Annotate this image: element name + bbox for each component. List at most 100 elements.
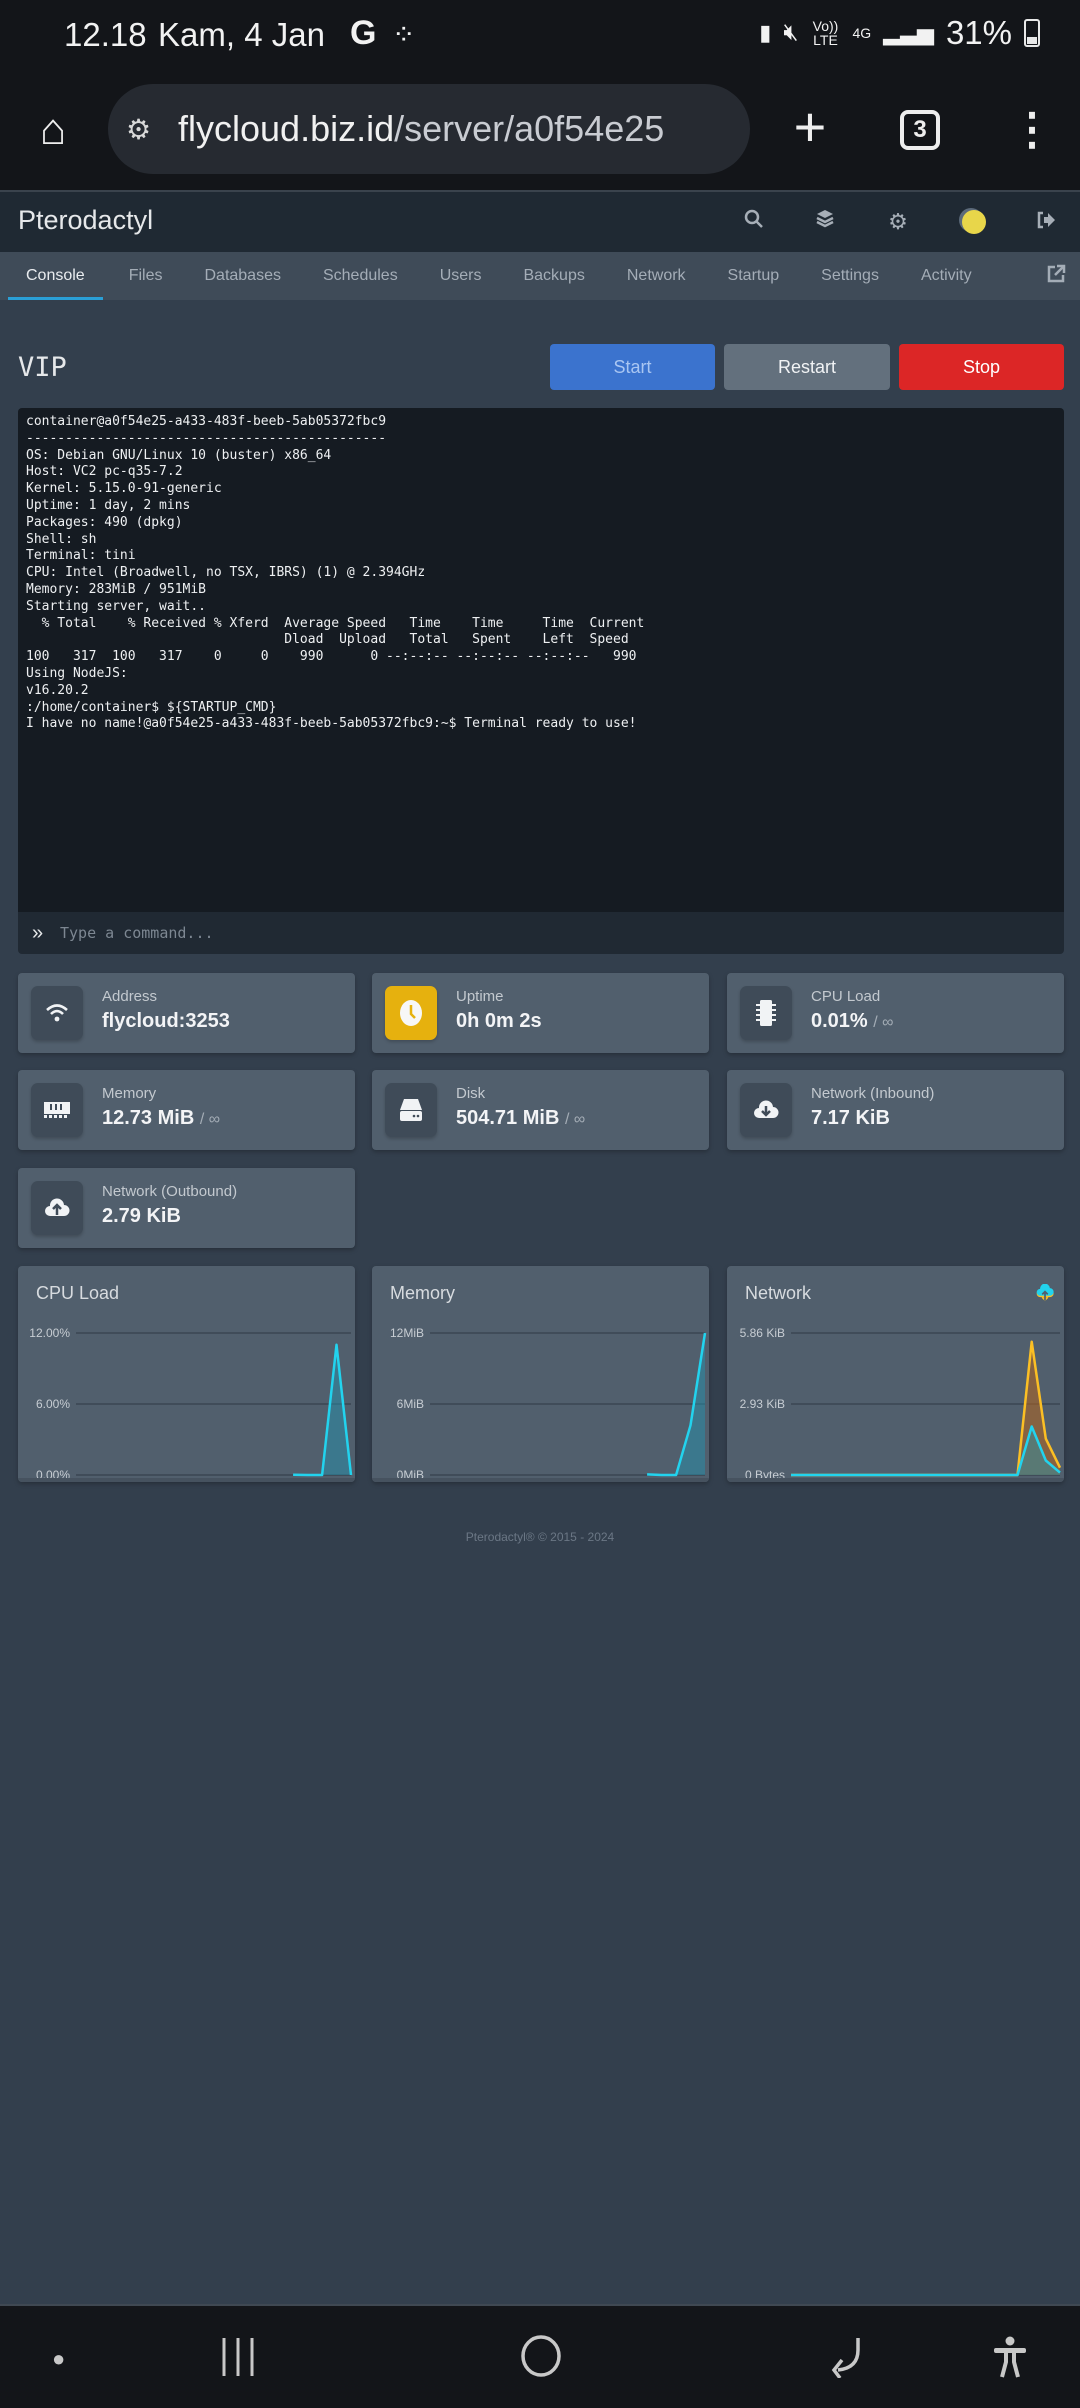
cloud-download-icon <box>740 1083 792 1137</box>
site-settings-icon[interactable]: ⚙︎ <box>126 113 164 146</box>
series-line-inbound <box>791 1340 1062 1477</box>
browser-toolbar: ⌂ ⚙︎ flycloud.biz.id/server/a0f54e25 + 3… <box>0 72 1080 190</box>
console-text: container@a0f54e25-a433-483f-beeb-5ab053… <box>26 414 645 732</box>
stat-card-memory: Memory 12.73 MiB / ∞ <box>18 1070 355 1150</box>
chart-footer <box>18 1478 355 1482</box>
start-button[interactable]: Start <box>550 344 715 390</box>
tab-schedules[interactable]: Schedules <box>307 252 414 300</box>
command-bar: » <box>18 912 1064 954</box>
stat-value: 0h 0m 2s <box>456 1010 542 1032</box>
tab-users[interactable]: Users <box>424 252 498 300</box>
clock: 12.18 <box>64 16 147 53</box>
stat-label: Address <box>102 988 158 1005</box>
command-input[interactable] <box>60 924 1064 942</box>
tab-backups[interactable]: Backups <box>507 252 600 300</box>
restart-button[interactable]: Restart <box>724 344 890 390</box>
dot-icon[interactable]: ● <box>52 2346 65 2372</box>
tab-startup[interactable]: Startup <box>712 252 796 300</box>
hdd-icon <box>385 1083 437 1137</box>
microchip-icon <box>740 986 792 1040</box>
sign-out-icon[interactable] <box>1030 206 1062 238</box>
y-tick-label: 6MiB <box>397 1397 424 1411</box>
accessibility-button[interactable] <box>992 2336 1028 2388</box>
avatar[interactable] <box>962 210 986 234</box>
back-button[interactable] <box>826 2336 866 2388</box>
status-bar: 12.18 Kam, 4 Jan G ⁘ ▮ 🔇︎ Vo)) LTE 4G ▂▃… <box>0 0 1080 72</box>
mute-icon: 🔇︎ <box>783 19 799 46</box>
4g-icon: 4G <box>852 25 872 41</box>
y-tick-label: 2.93 KiB <box>740 1397 785 1411</box>
download-notification-icon: ⁘ <box>392 19 416 50</box>
stat-value: 2.79 KiB <box>102 1205 181 1227</box>
footer-copyright: Pterodactyl® © 2015 - 2024 <box>465 1530 615 1544</box>
browser-menu-icon[interactable]: ⋮ <box>1010 102 1054 158</box>
cogs-icon[interactable]: ⚙ <box>882 206 914 238</box>
y-tick-label: 5.86 KiB <box>740 1326 785 1340</box>
stat-card-network-outbound: Network (Outbound) 2.79 KiB <box>18 1168 355 1248</box>
home-button[interactable] <box>520 2334 562 2388</box>
chart-memory-plot: 12MiB6MiB0MiB <box>390 1326 707 1482</box>
console-output[interactable]: container@a0f54e25-a433-483f-beeb-5ab053… <box>18 408 1064 912</box>
stat-label: Disk <box>456 1085 486 1102</box>
brand-logo[interactable]: Pterodactyl <box>18 205 153 236</box>
google-icon: G <box>350 14 377 52</box>
stat-value: 7.17 KiB <box>811 1107 890 1129</box>
tab-databases[interactable]: Databases <box>188 252 297 300</box>
chart-cpu-plot: 12.00%6.00%0.00% <box>29 1326 353 1482</box>
chevron-double-right-icon: » <box>32 921 44 944</box>
server-name: VIP <box>18 352 67 383</box>
stop-button[interactable]: Stop <box>899 344 1064 390</box>
tab-settings[interactable]: Settings <box>805 252 895 300</box>
y-tick-label: 12MiB <box>390 1326 424 1340</box>
stat-card-network-inbound: Network (Inbound) 7.17 KiB <box>727 1070 1064 1150</box>
layers-icon[interactable] <box>809 206 841 238</box>
tab-activity[interactable]: Activity <box>905 252 988 300</box>
chart-memory: Memory 12MiB 6MiB 0MiB <box>372 1266 709 1482</box>
stat-label: Network (Inbound) <box>811 1085 935 1102</box>
tab-switcher-button[interactable]: 3 <box>900 110 940 150</box>
stat-value: 0.01% / ∞ <box>811 1010 894 1032</box>
stat-value: 504.71 MiB / ∞ <box>456 1107 586 1129</box>
volte-icon: Vo)) LTE <box>812 18 839 48</box>
signal-icon: ▂▃▅ <box>883 20 934 45</box>
stat-value: 12.73 MiB / ∞ <box>102 1107 221 1129</box>
system-nav-bar: ● <box>0 2304 1080 2408</box>
stat-label: Network (Outbound) <box>102 1183 238 1200</box>
search-icon[interactable] <box>738 206 770 238</box>
server-tabs: Console Files Databases Schedules Users … <box>0 252 1080 300</box>
cloud-upload-icon <box>31 1181 83 1235</box>
status-icons: ▮ 🔇︎ Vo)) LTE 4G ▂▃▅ 31% <box>759 14 1040 52</box>
stat-value: flycloud:3253 <box>102 1010 230 1032</box>
new-tab-button[interactable]: + <box>782 94 838 159</box>
browser-home-button[interactable]: ⌂ <box>28 102 78 158</box>
stat-label: Uptime <box>456 988 504 1005</box>
stat-card-disk: Disk 504.71 MiB / ∞ <box>372 1070 709 1150</box>
url-text[interactable]: flycloud.biz.id/server/a0f54e25 <box>178 108 664 150</box>
battery-percent: 31% <box>945 14 1012 51</box>
tab-network[interactable]: Network <box>611 252 702 300</box>
battery-icon <box>1024 19 1040 47</box>
stat-label: Memory <box>102 1085 157 1102</box>
recents-button[interactable] <box>220 2336 256 2388</box>
memory-icon <box>31 1083 83 1137</box>
y-tick-label: 12.00% <box>29 1326 70 1340</box>
chart-footer <box>727 1478 1064 1482</box>
date: Kam, 4 Jan <box>158 16 325 53</box>
series-area-cpu-load <box>293 1344 351 1475</box>
y-tick-label: 6.00% <box>36 1397 70 1411</box>
stat-card-uptime: Uptime 0h 0m 2s <box>372 973 709 1053</box>
chart-footer <box>372 1478 709 1482</box>
battery-saver-icon: ▮ <box>759 20 772 45</box>
chart-cpu: CPU Load 12.00% 6.00% 0.00% <box>18 1266 355 1482</box>
wifi-icon <box>31 986 83 1040</box>
app-header: Pterodactyl ⚙ <box>0 190 1080 252</box>
stat-card-cpu: CPU Load 0.01% / ∞ <box>727 973 1064 1053</box>
tab-console[interactable]: Console <box>8 252 103 300</box>
chart-network-plot: 5.86 KiB2.93 KiB0 Bytes <box>740 1326 1062 1482</box>
clock-icon <box>385 986 437 1040</box>
external-link-icon[interactable] <box>1046 264 1066 290</box>
tab-files[interactable]: Files <box>113 252 179 300</box>
chart-network: Network 5.86 KiB 2.93 KiB 0 Bytes <box>727 1266 1064 1482</box>
address-bar[interactable]: ⚙︎ flycloud.biz.id/server/a0f54e25 <box>108 84 750 174</box>
stat-label: CPU Load <box>811 988 881 1005</box>
